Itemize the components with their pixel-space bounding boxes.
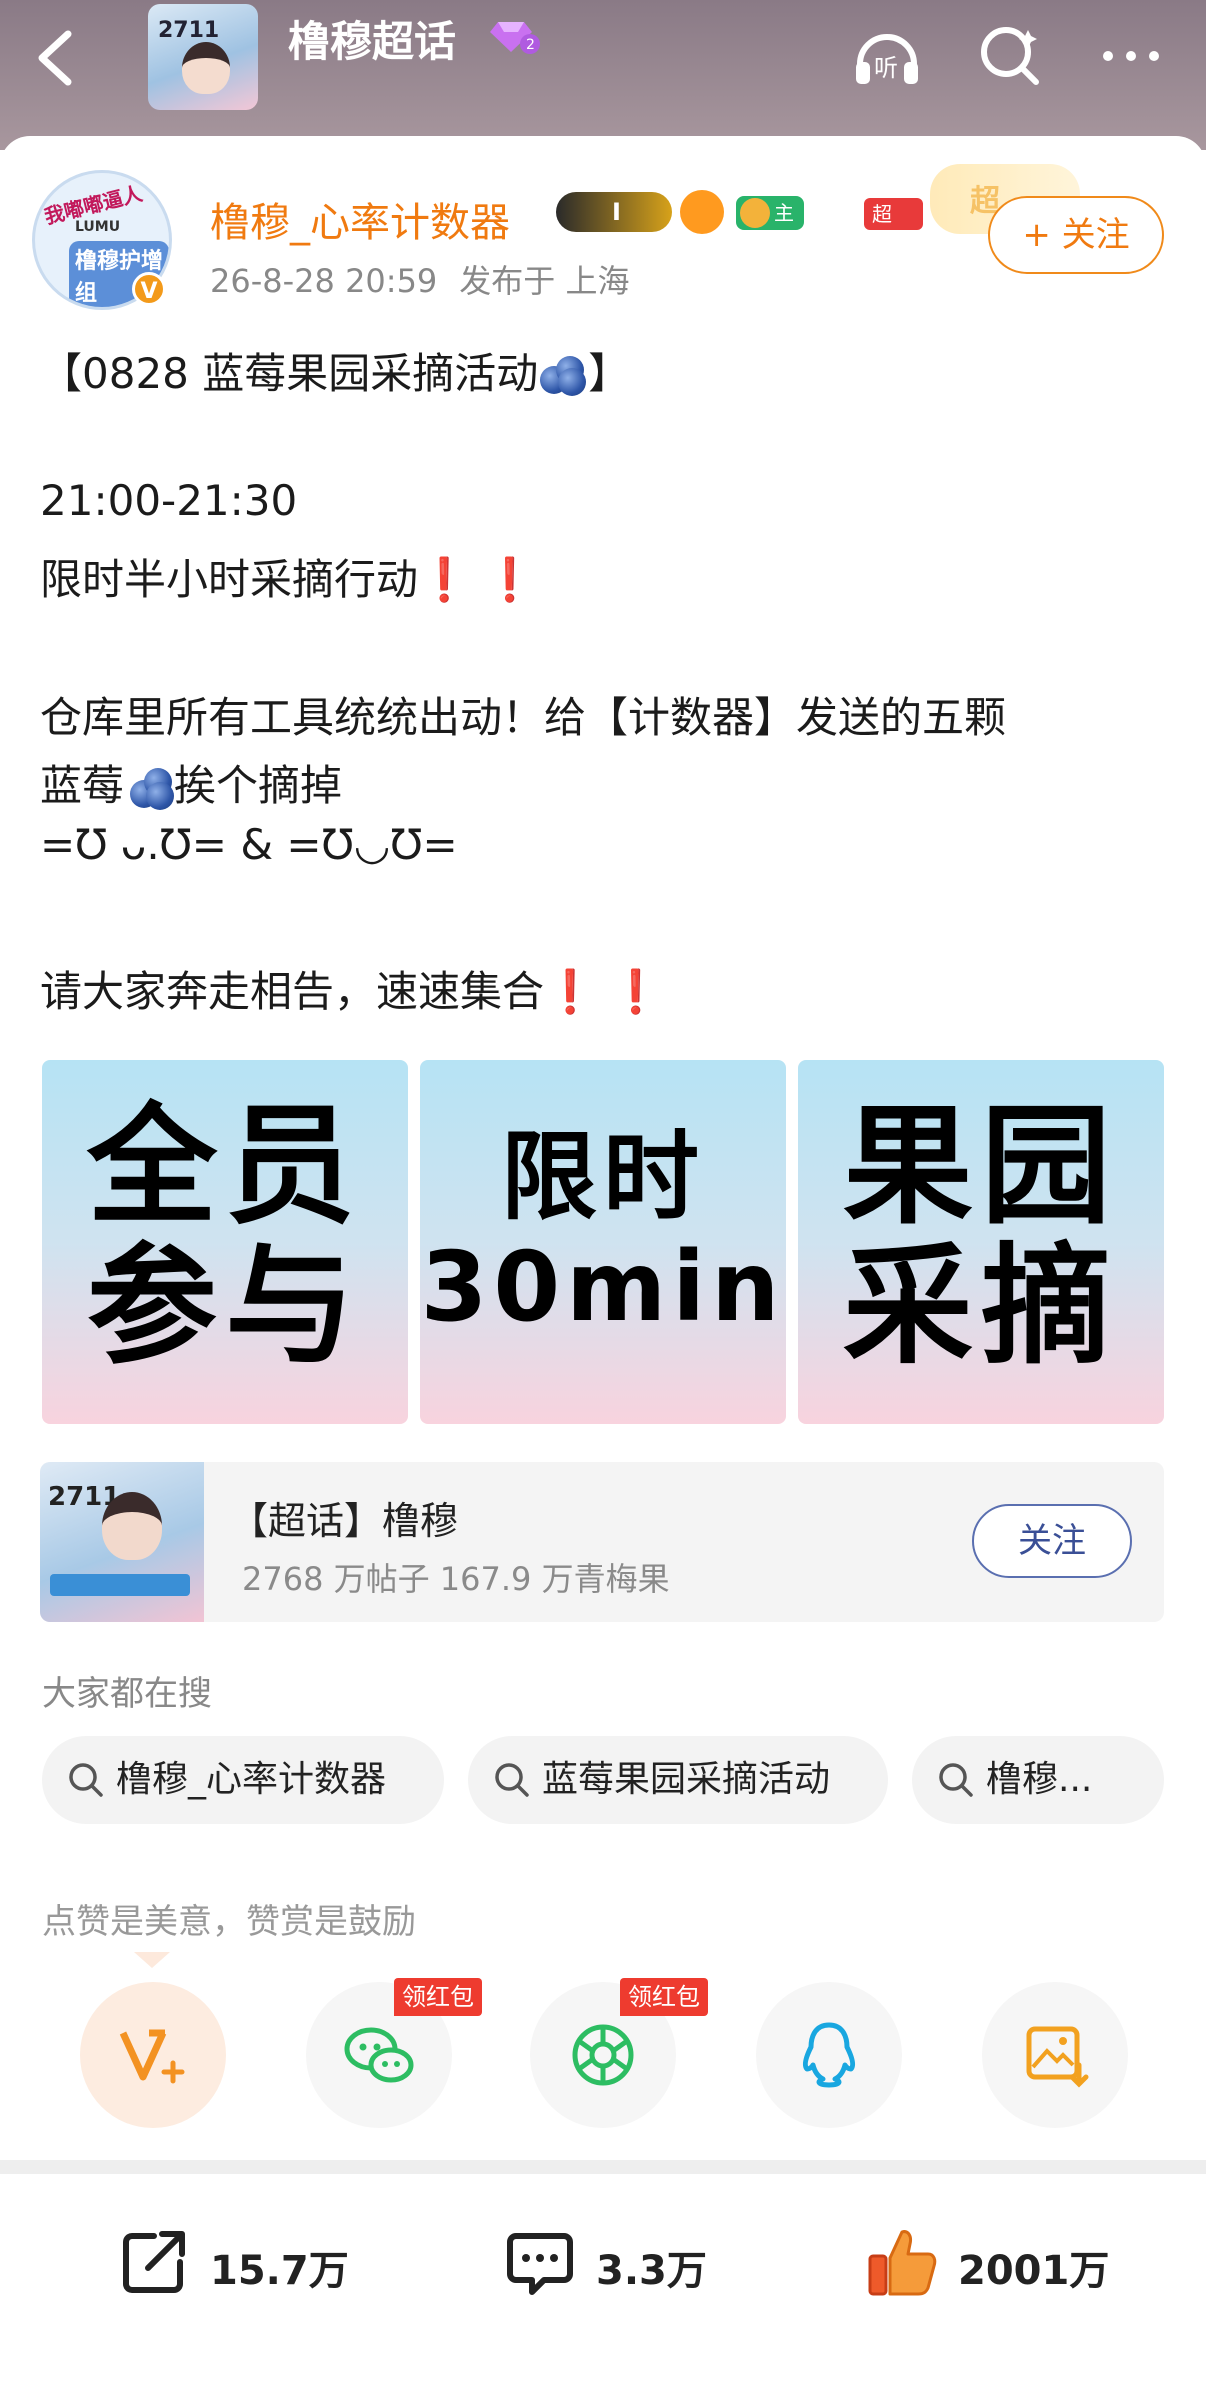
divider (0, 2160, 1206, 2174)
supertopic-thumb: 2711 (40, 1462, 204, 1622)
blueberry-icon (538, 352, 588, 396)
moments-icon (572, 2024, 634, 2086)
red-packet-tag[interactable]: 领红包 (394, 1978, 482, 2016)
save-image-button[interactable] (982, 1982, 1128, 2128)
post-time-range: 21:00-21:30 (40, 476, 298, 525)
follow-author-button[interactable]: + 关注 (988, 196, 1164, 274)
search-chip[interactable]: 橹穆... (912, 1736, 1164, 1824)
reward-hint: 点赞是美意，赞赏是鼓励 (42, 1902, 416, 1942)
more-icon[interactable] (1096, 20, 1166, 90)
search-section-label: 大家都在搜 (42, 1674, 212, 1714)
post-tools-line: 仓库里所有工具统统出动！给【计数器】发送的五颗 (40, 693, 1007, 742)
top-bar: 2711 橹穆超话 2 听 (0, 0, 1206, 150)
page-title: 橹穆超话 (288, 17, 457, 66)
follow-topic-button[interactable]: 关注 (972, 1504, 1132, 1578)
search-icon[interactable] (976, 20, 1046, 90)
repost-count: 15.7万 (210, 2248, 349, 2294)
reward-tip-arrow (134, 1952, 170, 1968)
supertopic-title: 【超话】橹穆 (230, 1499, 459, 1543)
author-name[interactable]: 橹穆_心率计数器 (210, 190, 510, 248)
listen-icon[interactable]: 听 (852, 20, 922, 90)
reward-icon (119, 2029, 185, 2084)
red-packet-tag[interactable]: 领红包 (620, 1978, 708, 2016)
qq-icon (802, 2022, 856, 2088)
search-icon (495, 1763, 529, 1797)
search-icon (939, 1763, 973, 1797)
post-call-line: 请大家奔走相告，速速集合❗ ❗ (40, 967, 662, 1016)
level-gem-number: 2 (526, 37, 535, 53)
repost-icon (123, 2231, 185, 2293)
like-count: 2001万 (958, 2248, 1110, 2294)
save-image-icon (1026, 2026, 1089, 2088)
post-image-2[interactable]: 限时 30min (420, 1060, 786, 1424)
search-chip[interactable]: 蓝莓果园采摘活动 (468, 1736, 888, 1824)
reward-button[interactable] (80, 1982, 226, 2128)
avatar-photo (182, 42, 230, 94)
share-qq-button[interactable] (756, 1982, 902, 2128)
comment-count: 3.3万 (596, 2248, 707, 2294)
search-icon (69, 1763, 103, 1797)
post-faces-line: =Ʊ ᴗ.Ʊ= & =Ʊ◡Ʊ= (40, 820, 458, 869)
like-icon (868, 2230, 937, 2296)
back-icon[interactable] (30, 28, 80, 88)
post-title-line: 【0828 蓝莓果园采摘活动】 (40, 349, 631, 398)
search-chip[interactable]: 橹穆_心率计数器 (42, 1736, 444, 1824)
comment-icon (507, 2233, 573, 2295)
post-limit-line: 限时半小时采摘行动❗ ❗ (40, 555, 536, 604)
fish-badge-icon[interactable] (680, 190, 724, 234)
post-location: 发布于 上海 (459, 262, 630, 300)
svg-text:听: 听 (874, 54, 898, 82)
supertopic-card[interactable]: 2711 【超话】橹穆 2768 万帖子 167.9 万青梅果 关注 (40, 1462, 1164, 1622)
supertopic-stats: 2768 万帖子 167.9 万青梅果 (242, 1560, 670, 1598)
host-badge[interactable]: 主持人 (736, 196, 804, 293)
post-image-3[interactable]: 果园 采摘 (798, 1060, 1164, 1424)
wechat-icon (344, 2027, 414, 2083)
verified-badge: V (132, 272, 166, 306)
crown-badge[interactable]: I (556, 192, 672, 232)
super-like-badge[interactable]: 超LIKE (864, 198, 923, 258)
post-image-1[interactable]: 全员 参与 (42, 1060, 408, 1424)
post-meta: 26-8-28 20:59 发布于 上海 (210, 256, 629, 302)
blueberry-icon (124, 764, 175, 810)
post-tools-line-2: 蓝莓 挨个摘掉 (40, 761, 343, 810)
avatar-text-mid: LUMU (75, 219, 121, 235)
level-gem-icon: 2 (490, 22, 540, 54)
avatar-label: 2711 (158, 18, 220, 43)
post-time: 26-8-28 20:59 (210, 262, 438, 300)
supertopic-avatar[interactable]: 2711 (148, 4, 258, 110)
